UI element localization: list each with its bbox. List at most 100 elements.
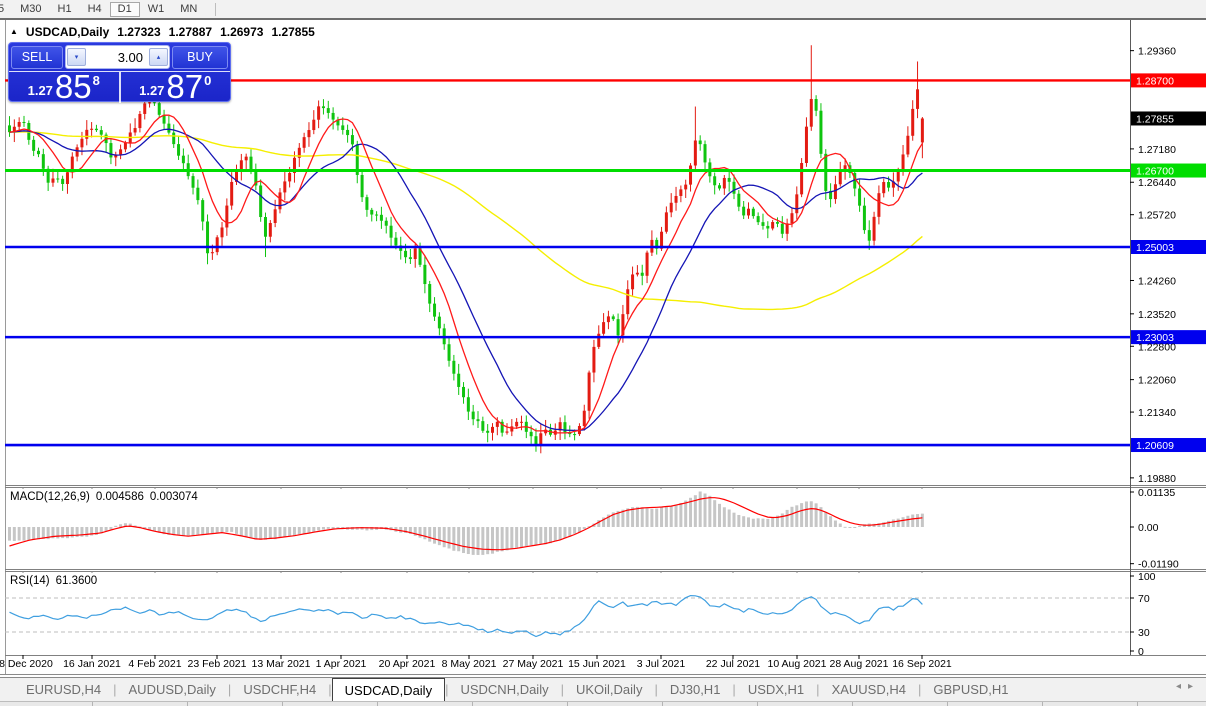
timeframe-toolbar: 5 M30 H1 H4 D1 W1 MN [0,0,1206,20]
chart-title: ▲ USDCAD,Daily 1.27323 1.27887 1.26973 1… [10,25,315,39]
sell-price-display[interactable]: 1.27 85 8 [9,68,121,105]
ohlc-high: 1.27887 [168,25,213,39]
timeframe-button-d1[interactable]: D1 [109,1,140,17]
rsi-panel[interactable]: 100 70 30 0 [5,571,1156,658]
svg-text:1.26700: 1.26700 [1136,166,1174,178]
buy-price-display[interactable]: 1.27 87 0 [121,68,231,105]
rsi-value: 61.3600 [55,575,98,587]
sell-price-pip: 8 [92,73,100,88]
svg-text:28 Dec 2020: 28 Dec 2020 [0,658,53,670]
svg-text:16 Jan 2021: 16 Jan 2021 [63,658,121,670]
svg-text:1.26440: 1.26440 [1138,177,1176,189]
svg-text:15 Jun 2021: 15 Jun 2021 [568,658,626,670]
ohlc-close: 1.27855 [271,25,315,39]
svg-text:1.29360: 1.29360 [1138,46,1176,58]
svg-text:30: 30 [1138,627,1150,639]
moving-averages [9,114,923,434]
buy-price-prefix: 1.27 [139,83,165,98]
ohlc-open: 1.27323 [117,25,161,39]
timeframe-button-5[interactable]: 5 [0,2,12,17]
svg-text:1.24260: 1.24260 [1138,275,1176,287]
tab-scroll-arrows[interactable]: ◂▸ [1176,681,1200,692]
macd-value-signal: 0.003074 [149,491,198,503]
svg-text:0.01135: 0.01135 [1138,487,1175,499]
timeframe-button-m30[interactable]: M30 [12,2,49,17]
volume-stepper: ▾ 3.00 ▴ [65,45,170,69]
timeframe-button-w1[interactable]: W1 [140,2,173,17]
buy-button[interactable]: BUY [172,45,228,69]
svg-text:16 Sep 2021: 16 Sep 2021 [892,658,952,670]
svg-text:70: 70 [1138,593,1150,605]
chart-tab-eurusd[interactable]: EURUSD,H4 [14,678,113,701]
volume-input[interactable]: 3.00 [86,50,149,65]
sell-price-prefix: 1.27 [27,83,53,98]
chart-tab-gbpusd[interactable]: GBPUSD,H1 [921,678,1020,701]
ma-mid-line [9,128,923,432]
ma-slow-line [9,131,923,311]
chart-tab-usdcad[interactable]: USDCAD,Daily [331,678,446,701]
svg-text:8 May 2021: 8 May 2021 [442,658,497,670]
svg-text:1.28700: 1.28700 [1136,75,1174,87]
sell-button[interactable]: SELL [11,45,63,69]
svg-text:100: 100 [1138,571,1156,583]
macd-label: MACD(12,26,9) 0.004586 0.003074 [10,491,198,503]
timeframe-button-mn[interactable]: MN [172,2,205,17]
svg-text:1.27180: 1.27180 [1138,144,1176,156]
mt4-window: 5 M30 H1 H4 D1 W1 MN 1.28700 1.26700 1.25003 1.23… [0,0,1206,706]
buy-price-main: 87 [166,68,204,105]
date-axis[interactable]: 28 Dec 2020 16 Jan 2021 4 Feb 2021 23 Feb 2… [0,487,952,670]
chart-tab-ukoil[interactable]: UKOil,Daily [564,678,654,701]
svg-text:1.25003: 1.25003 [1136,242,1174,254]
status-strip [0,701,1206,706]
svg-text:1.19880: 1.19880 [1138,473,1176,485]
horizontal-level-lines[interactable]: 1.287001.267001.250031.230031.20609 [5,73,1206,453]
svg-text:27 May 2021: 27 May 2021 [503,658,564,670]
volume-decrease-button[interactable]: ▾ [67,48,86,66]
chart-tab-usdx[interactable]: USDX,H1 [736,678,816,701]
svg-text:0.00: 0.00 [1138,522,1159,534]
candlestick-series [8,45,924,454]
svg-text:3 Jul 2021: 3 Jul 2021 [637,658,686,670]
chart-tab-xauusd[interactable]: XAUUSD,H4 [820,678,918,701]
svg-text:28 Aug 2021: 28 Aug 2021 [830,658,889,670]
timeframe-button-h4[interactable]: H4 [80,2,110,17]
chart-tab-dj30[interactable]: DJ30,H1 [658,678,733,701]
svg-text:1.25720: 1.25720 [1138,210,1176,222]
svg-text:1.20609: 1.20609 [1136,440,1174,452]
svg-text:22 Jul 2021: 22 Jul 2021 [706,658,760,670]
macd-name: MACD(12,26,9) [10,491,90,503]
svg-text:0: 0 [1138,646,1144,658]
macd-value-main: 0.004586 [95,491,144,503]
ma-fast-line [9,114,923,434]
toolbar-separator [215,2,217,16]
svg-text:10 Aug 2021: 10 Aug 2021 [768,658,827,670]
chart-tab-audusd[interactable]: AUDUSD,Daily [117,678,228,701]
tab-scroll-right-icon[interactable]: ▸ [1188,681,1200,692]
collapse-triangle-icon[interactable]: ▲ [10,27,18,36]
rsi-name: RSI(14) [10,575,50,587]
svg-text:1 Apr 2021: 1 Apr 2021 [316,658,367,670]
chart-tab-usdchf[interactable]: USDCHF,H4 [231,678,328,701]
svg-text:-0.01190: -0.01190 [1138,559,1179,571]
timeframe-button-h1[interactable]: H1 [50,2,80,17]
chart-tabbar: EURUSD,H4 | AUDUSD,Daily | USDCHF,H4 | USDCAD,… [0,677,1206,701]
buy-price-pip: 0 [204,73,212,88]
svg-text:1.23520: 1.23520 [1138,309,1176,321]
sell-price-main: 85 [54,68,92,105]
macd-signal-line [9,497,923,551]
ohlc-low: 1.26973 [220,25,264,39]
svg-text:1.22800: 1.22800 [1138,341,1176,353]
svg-text:1.22060: 1.22060 [1138,375,1176,387]
symbol-period-label: USDCAD,Daily [25,25,110,39]
tab-scroll-left-icon[interactable]: ◂ [1176,681,1188,692]
price-axis[interactable]: 1.29360 1.27180 1.26440 1.25720 1.24260 1.235… [1130,46,1206,485]
volume-increase-button[interactable]: ▴ [149,48,168,66]
chart-tab-usdcnh[interactable]: USDCNH,Daily [448,678,560,701]
svg-text:23 Feb 2021: 23 Feb 2021 [188,658,247,670]
chart-canvas[interactable]: 1.287001.267001.250031.230031.206091.293… [0,0,1206,706]
one-click-trading-panel: SELL ▾ 3.00 ▴ BUY 1.27 85 8 1.27 87 0 [8,42,231,105]
rsi-label: RSI(14) 61.3600 [10,575,97,587]
rsi-line [9,594,923,638]
svg-text:1.21340: 1.21340 [1138,407,1176,419]
chart-frame [0,20,1206,675]
